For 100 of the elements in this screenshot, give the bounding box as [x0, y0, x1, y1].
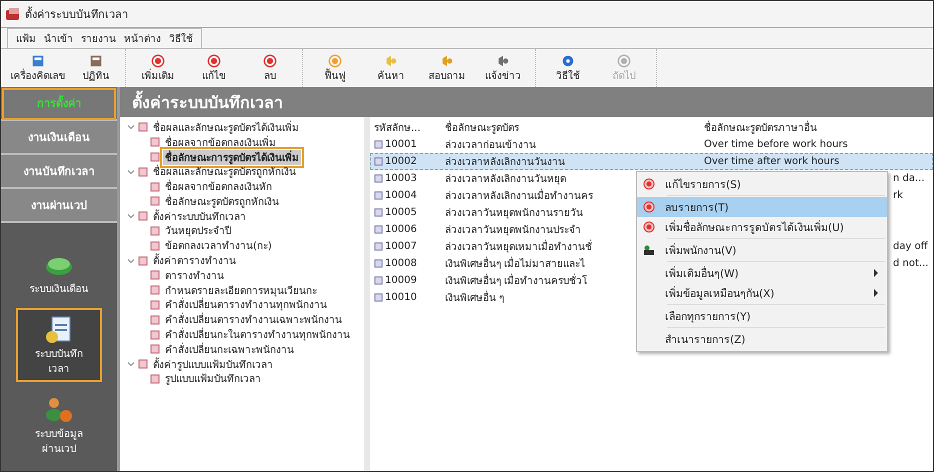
- column-header[interactable]: ชื่อลักษณะรูดบัตร: [439, 120, 633, 135]
- table-cell-text: ล่วงเวลาวันหยุดพนักงานรายวัน: [444, 207, 584, 220]
- document-icon: [150, 182, 160, 192]
- tree-item[interactable]: วันหยุดประจำปี: [163, 223, 233, 238]
- calculator-icon: [31, 54, 45, 68]
- tree-item[interactable]: ตั้งค่าระบบบันทึกเวลา: [151, 208, 248, 224]
- table-cell: day off: [893, 241, 928, 252]
- tree-item[interactable]: กำหนดรายละเอียดการหมุนเวียนกะ: [163, 282, 319, 298]
- module-button[interactable]: ระบบบันทึกเวลา: [16, 308, 102, 382]
- folder-icon: [138, 166, 148, 177]
- restore-icon: [328, 54, 342, 68]
- sidebar-tab[interactable]: งานบันทึกเวลา: [1, 155, 117, 189]
- table-cell[interactable]: 10009: [371, 275, 439, 286]
- module-button[interactable]: ระบบข้อมูลผ่านเวป: [16, 388, 102, 462]
- menu-item[interactable]: แฟ้ม: [12, 29, 40, 48]
- table-cell: Over time after work hours: [704, 156, 840, 167]
- edit-icon: [207, 54, 221, 68]
- context-menu-item[interactable]: เพิ่มพนักงาน(V): [637, 240, 887, 260]
- document-icon: [150, 374, 160, 384]
- document-icon: [150, 240, 160, 251]
- table-cell[interactable]: 10002: [371, 156, 439, 167]
- sidebar-tab[interactable]: งานเงินเดือน: [1, 121, 117, 155]
- add-icon: [151, 54, 165, 68]
- submenu-arrow-icon: [873, 289, 879, 297]
- context-menu-item[interactable]: เลือกทุกรายการ(Y): [637, 306, 887, 326]
- document-icon: [150, 314, 160, 325]
- toolbar-button[interactable]: ปฏิทิน: [71, 49, 121, 87]
- calendar-icon: [89, 54, 103, 68]
- table-cell-text: ล่วงเวลาก่อนเข้างาน: [444, 138, 537, 152]
- tree-item[interactable]: คำสั่งเปลี่ยนกะเฉพาะพนักงาน: [163, 342, 296, 357]
- tree-item[interactable]: ชื่อลักษณะรูดบัตรถูกหักเงิน: [163, 194, 281, 209]
- delete-icon: [263, 54, 277, 68]
- document-icon: [150, 285, 160, 296]
- tree-item[interactable]: คำสั่งเปลี่ยนตารางทำงานเฉพาะพนักงาน: [163, 312, 344, 328]
- tree-item[interactable]: ชื่อผลและลักษณะรูดบัตรถูกหักเงิน: [151, 164, 298, 180]
- table-cell[interactable]: 10004: [371, 190, 439, 201]
- toolbar-button[interactable]: เพิ่มเติม: [130, 49, 186, 87]
- tree-item[interactable]: คำสั่งเปลี่ยนตารางทำงานทุกพนักงาน: [163, 297, 329, 312]
- column-header[interactable]: รหัสลักษ...: [371, 120, 439, 135]
- context-menu-item[interactable]: เพิ่มข้อมูลเหมือนๆกัน(X): [637, 283, 887, 303]
- table-cell[interactable]: 10006: [371, 224, 439, 235]
- target-icon: [643, 201, 655, 213]
- menu-item[interactable]: หน้าต่าง: [120, 29, 165, 48]
- table-cell[interactable]: 10010: [371, 292, 439, 303]
- document-icon: [150, 300, 160, 310]
- module-button[interactable]: ระบบเงินเดือน: [16, 243, 102, 302]
- table-cell: ล่วงเวลาวันหยุดเหมาเมื่อทำงานชั่: [439, 239, 633, 254]
- next-icon: [617, 54, 631, 68]
- folder-icon: [138, 122, 148, 132]
- document-icon: [150, 270, 160, 280]
- toolbar-button[interactable]: ลบ: [242, 49, 298, 87]
- menu-item[interactable]: วิธีใช้: [165, 29, 197, 48]
- tree-item[interactable]: ชื่อลักษณะการรูดบัตรได้เงินเพิ่ม: [163, 150, 301, 164]
- folder-icon: [138, 211, 148, 222]
- table-cell[interactable]: 10003: [371, 173, 439, 184]
- document-icon: [150, 330, 160, 340]
- table-cell[interactable]: 10007: [371, 241, 439, 252]
- toolbar-button[interactable]: แก้ไข: [186, 49, 242, 87]
- toolbar-button[interactable]: เครื่องคิดเลข: [5, 49, 71, 87]
- tree-item[interactable]: ตั้งค่าตารางทำงาน: [151, 253, 238, 268]
- tree-item[interactable]: ข้อตกลงเวลาทำงาน(กะ): [163, 238, 274, 254]
- context-menu-item[interactable]: แก้ไขรายการ(S): [637, 174, 887, 194]
- document-icon: [150, 226, 160, 236]
- tree-item[interactable]: รูปแบบแฟ้มบันทึกเวลา: [163, 371, 263, 386]
- toolbar-button[interactable]: วิธีใช้: [540, 49, 596, 87]
- window-title: ตั้งค่าระบบบันทึกเวลา: [25, 6, 128, 23]
- table-cell[interactable]: 10008: [371, 258, 439, 269]
- toolbar-button[interactable]: ฟื้นฟู: [307, 49, 363, 87]
- page-title: ตั้งค่าระบบบันทึกเวลา: [132, 90, 283, 114]
- column-header[interactable]: ชื่อลักษณะรูดบัตรภาษาอื่น: [704, 120, 817, 135]
- folder-icon: [138, 256, 148, 266]
- toolbar-button[interactable]: สอบถาม: [419, 49, 475, 87]
- context-menu-item[interactable]: สำเนารายการ(Z): [637, 329, 887, 349]
- menu-item[interactable]: รายงาน: [77, 29, 120, 48]
- app-icon: [5, 6, 21, 22]
- target-icon: [643, 221, 655, 233]
- tree-item[interactable]: ชื่อผลและลักษณะรูดบัตรได้เงินเพิ่ม: [151, 120, 301, 135]
- tree-item[interactable]: คำสั่งเปลี่ยนกะในตารางทำงานทุกพนักงาน: [163, 327, 352, 342]
- table-cell: Over time before work hours: [704, 139, 848, 150]
- people-icon: [643, 244, 655, 256]
- table-cell: d not...: [893, 258, 928, 269]
- document-icon: [150, 344, 160, 354]
- menu-item[interactable]: นำเข้า: [40, 29, 77, 48]
- document-icon: [150, 196, 160, 206]
- tree-item[interactable]: ชื่อผลจากข้อตกลงเงินเพิ่ม: [163, 134, 278, 150]
- sidebar-tab[interactable]: งานผ่านเวป: [1, 189, 117, 223]
- context-menu-item[interactable]: ลบรายการ(T): [637, 197, 887, 217]
- tree-item[interactable]: ตารางทำงาน: [163, 268, 226, 283]
- table-cell-text: ล่วงเวลาหลังเลิกงานวันงาน: [444, 156, 566, 169]
- folder-icon: [138, 359, 148, 370]
- table-cell: เงินพิเศษอื่นๆ เมื่อทำงานครบชั่วโ: [439, 273, 633, 288]
- tree-item[interactable]: ชื่อผลจากข้อตกลงเงินหัก: [163, 179, 274, 194]
- toolbar-button[interactable]: ค้นหา: [363, 49, 419, 87]
- tree-item[interactable]: ตั้งค่ารูปแบบแฟ้มบันทึกเวลา: [151, 356, 275, 372]
- table-cell[interactable]: 10005: [371, 207, 439, 218]
- context-menu-item[interactable]: เพิ่มเติมอื่นๆ(W): [637, 263, 887, 283]
- toolbar-button[interactable]: แจ้งข่าว: [475, 49, 531, 87]
- target-icon: [643, 178, 655, 190]
- table-cell[interactable]: 10001: [371, 139, 439, 150]
- context-menu-item[interactable]: เพิ่มชื่อลักษณะการรูดบัตรได้เงินเพิ่ม(U): [637, 217, 887, 237]
